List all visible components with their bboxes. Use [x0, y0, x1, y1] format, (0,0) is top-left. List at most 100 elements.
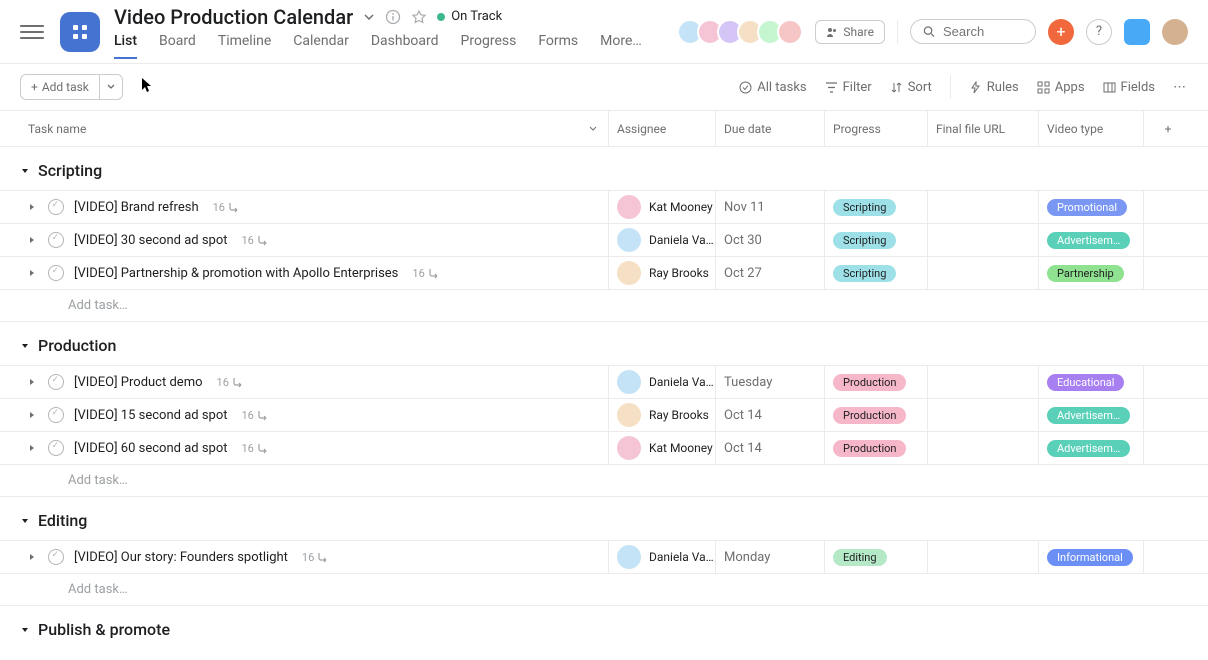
file-url-cell[interactable]: [928, 224, 1039, 256]
video-type-cell[interactable]: Advertisem…: [1039, 399, 1144, 431]
column-progress[interactable]: Progress: [825, 111, 928, 146]
task-row[interactable]: [VIDEO] Our story: Founders spotlight 16…: [0, 540, 1208, 573]
add-column-button[interactable]: +: [1144, 111, 1184, 146]
share-button[interactable]: Share: [815, 20, 885, 44]
app-switcher-button[interactable]: [1124, 19, 1150, 45]
due-date-cell[interactable]: Oct 27: [716, 257, 825, 289]
complete-task-checkbox[interactable]: [48, 440, 64, 456]
tab-board[interactable]: Board: [159, 33, 196, 59]
file-url-cell[interactable]: [928, 366, 1039, 398]
due-date-cell[interactable]: Nov 11: [716, 191, 825, 223]
fields-button[interactable]: Fields: [1103, 80, 1155, 95]
task-row[interactable]: [VIDEO] Product demo 16 Daniela Var… Tue…: [0, 365, 1208, 398]
add-task-dropdown[interactable]: [100, 75, 122, 99]
task-row[interactable]: [VIDEO] 15 second ad spot 16 Ray Brooks …: [0, 398, 1208, 431]
star-icon[interactable]: [411, 9, 427, 25]
rules-button[interactable]: Rules: [969, 80, 1019, 95]
file-url-cell[interactable]: [928, 191, 1039, 223]
progress-cell[interactable]: Scripting: [825, 257, 928, 289]
due-date-cell[interactable]: Oct 14: [716, 432, 825, 464]
info-icon[interactable]: [385, 9, 401, 25]
due-date-cell[interactable]: Oct 30: [716, 224, 825, 256]
expand-subtasks-icon[interactable]: [28, 378, 38, 386]
tab-more[interactable]: More…: [600, 33, 642, 59]
status-pill[interactable]: On Track: [437, 9, 502, 24]
complete-task-checkbox[interactable]: [48, 199, 64, 215]
file-url-cell[interactable]: [928, 399, 1039, 431]
tab-list[interactable]: List: [114, 33, 137, 59]
search-input[interactable]: [943, 24, 1023, 39]
section-header[interactable]: Editing: [0, 497, 1208, 540]
column-task-name[interactable]: Task name: [20, 111, 609, 146]
add-task-inline[interactable]: Add task…: [0, 573, 1208, 606]
expand-subtasks-icon[interactable]: [28, 444, 38, 452]
video-type-cell[interactable]: Promotional: [1039, 191, 1144, 223]
video-type-cell[interactable]: Advertisem…: [1039, 224, 1144, 256]
section-collapse-icon[interactable]: [20, 516, 30, 526]
column-assignee[interactable]: Assignee: [609, 111, 716, 146]
filter-button[interactable]: Filter: [825, 80, 872, 95]
tab-dashboard[interactable]: Dashboard: [371, 33, 439, 59]
assignee-cell[interactable]: Ray Brooks: [609, 257, 716, 289]
progress-cell[interactable]: Scripting: [825, 224, 928, 256]
add-task-button[interactable]: +Add task: [20, 74, 123, 100]
task-row[interactable]: [VIDEO] Partnership & promotion with Apo…: [0, 256, 1208, 289]
assignee-cell[interactable]: Kat Mooney: [609, 191, 716, 223]
add-task-inline[interactable]: Add task…: [0, 464, 1208, 497]
complete-task-checkbox[interactable]: [48, 374, 64, 390]
project-icon[interactable]: [60, 12, 100, 52]
section-header[interactable]: Scripting: [0, 147, 1208, 190]
expand-subtasks-icon[interactable]: [28, 553, 38, 561]
task-row[interactable]: [VIDEO] 60 second ad spot 16 Kat Mooney …: [0, 431, 1208, 464]
video-type-cell[interactable]: Informational: [1039, 541, 1144, 573]
progress-cell[interactable]: Production: [825, 399, 928, 431]
menu-toggle-icon[interactable]: [20, 20, 44, 44]
complete-task-checkbox[interactable]: [48, 407, 64, 423]
due-date-cell[interactable]: Tuesday: [716, 366, 825, 398]
task-row[interactable]: [VIDEO] Brand refresh 16 Kat Mooney Nov …: [0, 190, 1208, 223]
due-date-cell[interactable]: Oct 14: [716, 399, 825, 431]
complete-task-checkbox[interactable]: [48, 232, 64, 248]
expand-subtasks-icon[interactable]: [28, 269, 38, 277]
assignee-cell[interactable]: Daniela Var…: [609, 541, 716, 573]
tab-progress[interactable]: Progress: [461, 33, 517, 59]
video-type-cell[interactable]: Partnership: [1039, 257, 1144, 289]
expand-subtasks-icon[interactable]: [28, 203, 38, 211]
tab-timeline[interactable]: Timeline: [218, 33, 271, 59]
search-box[interactable]: [910, 19, 1036, 44]
progress-cell[interactable]: Scripting: [825, 191, 928, 223]
section-header[interactable]: Publish & promote: [0, 606, 1208, 649]
section-collapse-icon[interactable]: [20, 341, 30, 351]
expand-subtasks-icon[interactable]: [28, 236, 38, 244]
due-date-cell[interactable]: Monday: [716, 541, 825, 573]
current-user-avatar[interactable]: [1162, 19, 1188, 45]
progress-cell[interactable]: Production: [825, 432, 928, 464]
assignee-cell[interactable]: Ray Brooks: [609, 399, 716, 431]
section-header[interactable]: Production: [0, 322, 1208, 365]
file-url-cell[interactable]: [928, 432, 1039, 464]
video-type-cell[interactable]: Advertisem…: [1039, 432, 1144, 464]
all-tasks-button[interactable]: All tasks: [739, 80, 806, 95]
expand-subtasks-icon[interactable]: [28, 411, 38, 419]
section-collapse-icon[interactable]: [20, 166, 30, 176]
complete-task-checkbox[interactable]: [48, 549, 64, 565]
chevron-down-icon[interactable]: [363, 11, 375, 23]
member-avatars[interactable]: [683, 19, 803, 45]
column-video-type[interactable]: Video type: [1039, 111, 1144, 146]
more-options-button[interactable]: ⋯: [1173, 80, 1188, 95]
help-button[interactable]: ?: [1086, 19, 1112, 45]
task-row[interactable]: [VIDEO] 30 second ad spot 16 Daniela Var…: [0, 223, 1208, 256]
complete-task-checkbox[interactable]: [48, 265, 64, 281]
column-due-date[interactable]: Due date: [716, 111, 825, 146]
column-final-file-url[interactable]: Final file URL: [928, 111, 1039, 146]
tab-forms[interactable]: Forms: [538, 33, 578, 59]
global-add-button[interactable]: +: [1048, 19, 1074, 45]
file-url-cell[interactable]: [928, 257, 1039, 289]
assignee-cell[interactable]: Daniela Var…: [609, 224, 716, 256]
progress-cell[interactable]: Production: [825, 366, 928, 398]
assignee-cell[interactable]: Daniela Var…: [609, 366, 716, 398]
progress-cell[interactable]: Editing: [825, 541, 928, 573]
file-url-cell[interactable]: [928, 541, 1039, 573]
video-type-cell[interactable]: Educational: [1039, 366, 1144, 398]
assignee-cell[interactable]: Kat Mooney: [609, 432, 716, 464]
